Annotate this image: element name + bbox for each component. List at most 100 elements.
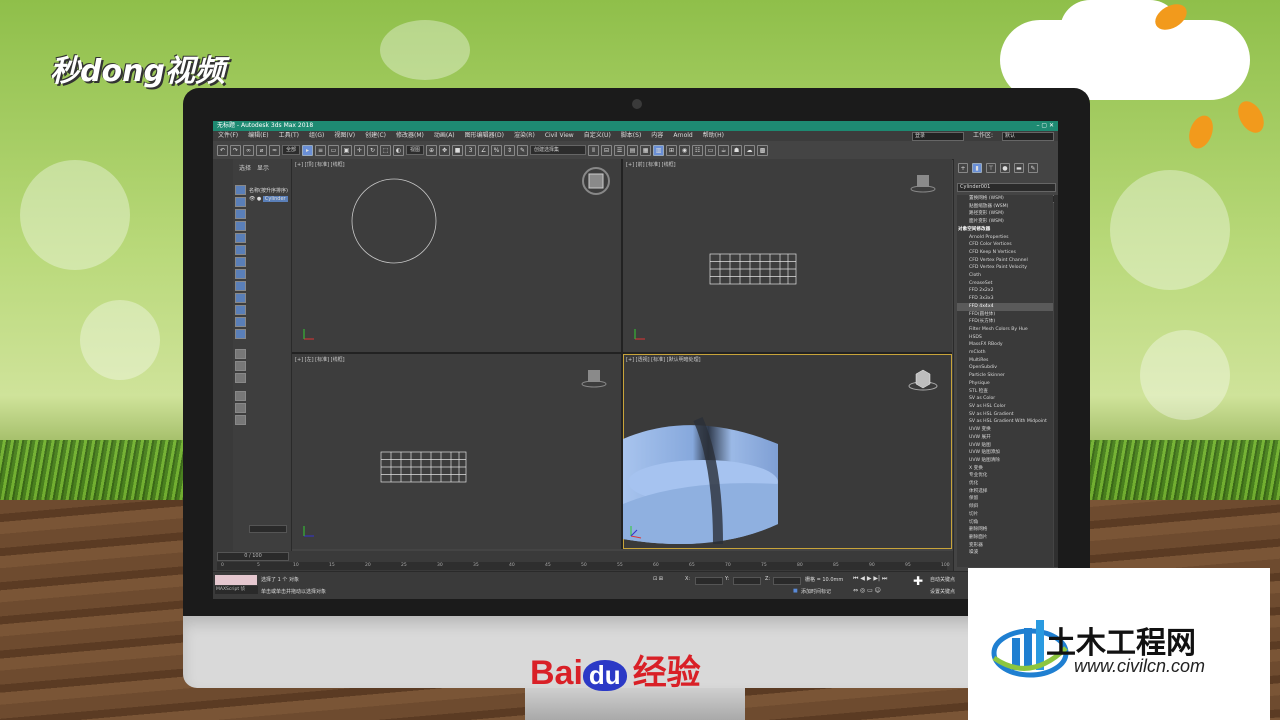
create-tab-icon[interactable]: +	[958, 163, 968, 173]
modifier-item[interactable]: SV as HSL Gradient With Midpoint	[957, 418, 1053, 426]
modifier-item[interactable]: CFD Color Vertices	[957, 241, 1053, 249]
modifier-item[interactable]: SV as HSL Gradient	[957, 411, 1053, 419]
modify-tab-icon[interactable]: ▮	[972, 163, 982, 173]
add-time-tag[interactable]: 添加时间标记	[801, 588, 831, 595]
keyboard-shortcut-icon[interactable]: ■	[452, 144, 464, 156]
playback-controls[interactable]: ⏮ ◀ ▶ ▶| ⏭	[853, 575, 887, 583]
lock-selection-icon[interactable]: ⊡ ⊞	[653, 576, 663, 582]
modifier-item[interactable]: FFD(长方体)	[957, 318, 1053, 326]
viewcube-icon[interactable]	[581, 370, 607, 388]
menu-group[interactable]: 组(G)	[304, 131, 329, 141]
visibility-eye-icon[interactable]: 👁 ●	[249, 196, 261, 202]
add-key-icon[interactable]: ✚	[913, 574, 923, 588]
modifier-item[interactable]: CFD Vertex Paint Velocity	[957, 264, 1053, 272]
modifier-item[interactable]: UVW 贴图添加	[957, 449, 1053, 457]
schematic-view-icon[interactable]: ⊞	[666, 144, 678, 156]
hierarchy-tab-icon[interactable]: ⊤	[986, 163, 996, 173]
placement-icon[interactable]: ◐	[393, 144, 405, 156]
modifier-item[interactable]: mCloth	[957, 349, 1053, 357]
window-controls[interactable]: – ▢ ✕	[1036, 121, 1054, 131]
viewcube-icon[interactable]	[910, 175, 936, 193]
modifier-item[interactable]: Arnold Properties	[957, 234, 1053, 242]
viewcube-icon[interactable]	[908, 369, 938, 391]
toggle-scene-explorer-icon[interactable]: ☰	[614, 144, 626, 156]
spinner-snap-icon[interactable]: ⇕	[504, 144, 516, 156]
add-time-tag-icon[interactable]: ■	[793, 588, 798, 594]
tab-select[interactable]: 选择	[239, 163, 251, 172]
tab-display[interactable]: 显示	[257, 163, 269, 172]
select-manipulate-icon[interactable]: ✥	[439, 144, 451, 156]
modifier-item[interactable]: 贴图缩放器 (WSM)	[957, 203, 1053, 211]
display-containers-icon[interactable]	[235, 305, 246, 315]
select-none-icon[interactable]	[235, 361, 246, 371]
menu-customize[interactable]: 自定义(U)	[579, 131, 616, 141]
display-lights-icon[interactable]	[235, 221, 246, 231]
menu-create[interactable]: 创建(C)	[360, 131, 391, 141]
modifier-item[interactable]: 删除面片	[957, 534, 1053, 542]
menu-scripting[interactable]: 脚本(S)	[616, 131, 647, 141]
modifier-item[interactable]: 专业优化	[957, 472, 1053, 480]
explorer-scrollbar[interactable]	[249, 525, 287, 533]
modifier-item[interactable]: Particle Skinner	[957, 372, 1053, 380]
time-slider[interactable]: 0 / 100	[217, 552, 289, 561]
viewport-front[interactable]: [+] [前] [标准] [线框]	[623, 159, 952, 352]
track-bar[interactable]: 0 5 10 15 20 25 30 35 40 45 50 55 60 65 70 75 80 85 90 95 10…	[217, 562, 950, 570]
undo-icon[interactable]: ↶	[217, 144, 228, 156]
menu-modifiers[interactable]: 修改器(M)	[391, 131, 429, 141]
display-all-icon[interactable]	[235, 185, 246, 195]
modifier-item[interactable]: SV as Color	[957, 395, 1053, 403]
select-object-icon[interactable]: ▸	[302, 144, 314, 156]
viewport-top[interactable]: [+] [顶] [标准] [线框]	[292, 159, 621, 352]
display-helpers-icon[interactable]	[235, 245, 246, 255]
menu-arnold[interactable]: Arnold	[668, 131, 697, 141]
reference-coord-dropdown[interactable]: 视图	[406, 145, 425, 155]
display-cameras-icon[interactable]	[235, 233, 246, 243]
modifier-item[interactable]: 路径变形 (WSM)	[957, 210, 1053, 218]
sort-header[interactable]: 名称(按升序排序)	[249, 187, 288, 194]
curve-editor-icon[interactable]: ▥	[653, 144, 665, 156]
modifier-item[interactable]: UVW 贴图	[957, 442, 1053, 450]
selection-filter-dropdown[interactable]: 全部	[282, 145, 301, 155]
modifier-item[interactable]: OpenSubdiv	[957, 364, 1053, 372]
login-dropdown[interactable]: 登录	[911, 132, 964, 141]
display-groups-icon[interactable]	[235, 269, 246, 279]
modifier-list-scrollbar[interactable]	[1054, 195, 1058, 567]
workspace-dropdown[interactable]: 默认	[1002, 132, 1054, 141]
percent-snap-icon[interactable]: %	[491, 144, 503, 156]
find-icon[interactable]	[235, 391, 246, 401]
snap-icon[interactable]: 3	[465, 144, 477, 156]
redo-icon[interactable]: ↷	[230, 144, 241, 156]
maxscript-listener[interactable]	[215, 575, 257, 585]
material-editor-icon[interactable]: ◉	[679, 144, 691, 156]
modifier-item[interactable]: 体积选择	[957, 488, 1053, 496]
modifier-item[interactable]: Cloth	[957, 272, 1053, 280]
layer-icon[interactable]	[235, 415, 246, 425]
link-icon[interactable]: ∞	[243, 144, 254, 156]
modifier-item[interactable]: 倾斜	[957, 503, 1053, 511]
x-coord-field[interactable]	[695, 577, 723, 585]
menu-edit[interactable]: 编辑(E)	[243, 131, 273, 141]
angle-snap-icon[interactable]: ∠	[478, 144, 490, 156]
menu-file[interactable]: 文件(F)	[213, 131, 243, 141]
object-name-field[interactable]: Cylinder001	[957, 183, 1056, 192]
modifier-item[interactable]: MultiRes	[957, 357, 1053, 365]
render-setup-icon[interactable]: ☷	[692, 144, 704, 156]
display-spacewarps-icon[interactable]	[235, 257, 246, 267]
modifier-item[interactable]: 优化	[957, 480, 1053, 488]
rendered-frame-icon[interactable]: ▭	[705, 144, 717, 156]
modifier-item[interactable]: 切角	[957, 519, 1053, 527]
display-tab-icon[interactable]: ▬	[1014, 163, 1024, 173]
modifier-item[interactable]: HSDS	[957, 334, 1053, 342]
select-invert-icon[interactable]	[235, 373, 246, 383]
maxscript-label[interactable]: MAXScript 侦	[215, 586, 258, 594]
modifier-item[interactable]: UVW 贴图清除	[957, 457, 1053, 465]
align-icon[interactable]: ⊟	[601, 144, 613, 156]
z-coord-field[interactable]	[773, 577, 801, 585]
modifier-item[interactable]: 变形器	[957, 542, 1053, 550]
modifier-item[interactable]: X 变换	[957, 465, 1053, 473]
modifier-item[interactable]: STL 检查	[957, 388, 1053, 396]
modifier-item[interactable]: FFD 4x4x4	[957, 302, 1053, 311]
toggle-ribbon-icon[interactable]: ▦	[640, 144, 652, 156]
modifier-item[interactable]: 面片变形 (WSM)	[957, 218, 1053, 226]
modifier-item[interactable]: UVW 展开	[957, 434, 1053, 442]
